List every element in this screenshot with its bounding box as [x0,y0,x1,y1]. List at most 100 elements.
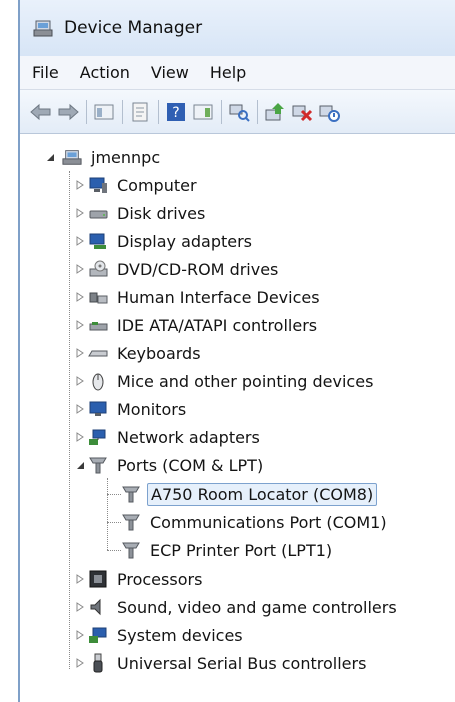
toolbar-separator [122,99,123,124]
uninstall-device-icon[interactable] [291,101,313,123]
tree-item-label: Human Interface Devices [117,287,320,307]
mouse-icon [88,371,108,391]
hid-icon [88,287,108,307]
update-driver-icon[interactable] [264,101,286,123]
menu-view[interactable]: View [151,63,189,82]
properties-icon[interactable] [129,101,151,123]
tree-item-label: Disk drives [117,203,206,223]
expand-arrow-icon[interactable] [74,375,86,387]
tree-item-label: Communications Port (COM1) [150,512,387,532]
expand-arrow-icon[interactable] [74,601,86,613]
tree-item-mice[interactable]: Mice and other pointing devices [74,368,376,394]
tree-connector [107,550,121,551]
menu-help[interactable]: Help [210,63,246,82]
menu-action[interactable]: Action [80,63,130,82]
tree-item-label: Network adapters [117,427,260,447]
expand-arrow-icon[interactable] [74,179,86,191]
system-devices-icon [88,625,108,645]
toolbar-separator [221,99,222,124]
tree-item-monitors[interactable]: Monitors [74,396,189,422]
tree-item-computer[interactable]: Computer [74,172,200,198]
tree-item-label: Sound, video and game controllers [117,597,397,617]
tree-item-label: Mice and other pointing devices [117,371,374,391]
tree-item-keyboards[interactable]: Keyboards [74,340,204,366]
tree-connector [107,494,121,495]
port-icon [88,455,108,475]
help-icon[interactable]: ? [165,101,187,123]
expand-arrow-icon[interactable] [74,347,86,359]
tree-root[interactable]: jmennpc [44,144,163,170]
tree-item-dvd-cd-rom-drives[interactable]: DVD/CD-ROM drives [74,256,281,282]
show-hide-console-tree-icon[interactable] [93,101,115,123]
toolbar-separator [158,99,159,124]
expand-arrow-icon[interactable] [74,235,86,247]
expand-arrow-icon[interactable] [74,431,86,443]
ide-controller-icon [88,315,108,335]
port-icon [121,512,141,532]
processor-icon [88,569,108,589]
tree-item-label: System devices [117,625,243,645]
toolbar-separator [86,99,87,124]
tree-item-label: Computer [117,175,197,195]
expand-arrow-icon[interactable] [74,263,86,275]
expand-arrow-icon[interactable] [74,207,86,219]
tree-item-ide-ata-atapi-controllers[interactable]: IDE ATA/ATAPI controllers [74,312,320,338]
tree-item-a750-room-locator[interactable]: A750 Room Locator (COM8) [121,481,378,507]
tree-item-display-adapters[interactable]: Display adapters [74,228,255,254]
expand-arrow-icon[interactable] [74,573,86,585]
tree-item-label: Processors [117,569,203,589]
svg-text:?: ? [172,105,179,121]
tree-connector [107,478,108,550]
menu-file[interactable]: File [32,63,59,82]
network-adapter-icon [88,427,108,447]
tree-item-communications-port[interactable]: Communications Port (COM1) [121,509,390,535]
monitor-icon [88,399,108,419]
tree-item-network-adapters[interactable]: Network adapters [74,424,263,450]
tree-item-label: Monitors [117,399,187,419]
tree-item-label: Keyboards [117,343,201,363]
disable-device-icon[interactable] [318,101,340,123]
tree-item-disk-drives[interactable]: Disk drives [74,200,208,226]
display-adapter-icon [88,231,108,251]
tree-item-label: Universal Serial Bus controllers [117,653,367,673]
scan-hardware-icon[interactable] [228,101,250,123]
tree-item-label: A750 Room Locator (COM8) [147,482,378,506]
expand-arrow-icon[interactable] [74,657,86,669]
tree-item-ports[interactable]: Ports (COM & LPT) [74,452,266,478]
tree-item-human-interface-devices[interactable]: Human Interface Devices [74,284,323,310]
expand-arrow-icon[interactable] [74,291,86,303]
tree-item-label: IDE ATA/ATAPI controllers [117,315,318,335]
tree-item-label: Ports (COM & LPT) [117,455,264,475]
action-pane-icon[interactable] [192,101,214,123]
sound-icon [88,597,108,617]
expand-arrow-icon[interactable] [74,629,86,641]
tree-item-ecp-printer-port[interactable]: ECP Printer Port (LPT1) [121,537,335,563]
collapse-arrow-icon[interactable] [74,459,86,471]
dvd-drive-icon [88,259,108,279]
computer-icon [88,175,108,195]
device-manager-window: Device Manager File Action View Help ? j… [18,0,455,702]
collapse-arrow-icon[interactable] [44,151,56,163]
tree-item-sound-video-game[interactable]: Sound, video and game controllers [74,594,400,620]
tree-root-label: jmennpc [91,147,161,167]
tree-item-label: DVD/CD-ROM drives [117,259,279,279]
toolbar-separator [257,99,258,124]
device-manager-app-icon [32,17,54,39]
expand-arrow-icon[interactable] [74,403,86,415]
device-tree[interactable]: jmennpc Computer Disk drives Display ada… [20,135,455,702]
title-bar[interactable]: Device Manager [20,0,455,56]
tree-item-system-devices[interactable]: System devices [74,622,246,648]
expand-arrow-icon[interactable] [74,319,86,331]
tree-item-usb-controllers[interactable]: Universal Serial Bus controllers [74,650,369,676]
forward-arrow-icon[interactable] [57,101,79,123]
toolbar: ? [20,90,455,134]
menu-bar: File Action View Help [20,56,455,90]
tree-item-label: Display adapters [117,231,253,251]
tree-connector [69,171,70,669]
computer-root-icon [62,147,82,167]
port-icon [121,484,141,504]
tree-item-processors[interactable]: Processors [74,566,205,592]
back-arrow-icon[interactable] [30,101,52,123]
keyboard-icon [88,343,108,363]
tree-connector [107,522,121,523]
